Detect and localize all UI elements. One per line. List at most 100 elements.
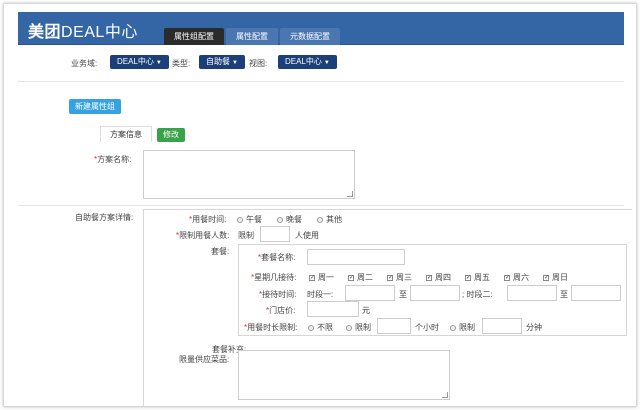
period2-end-input[interactable] [571,285,621,301]
period1-end-input[interactable] [410,285,460,301]
category-dropdown[interactable]: 自助餐 ▼ [199,55,245,69]
plan-name-label-text: 方案名称: [97,155,132,164]
checkbox-checked-icon: ✓ [426,274,433,281]
checkbox-checked-icon: ✓ [387,274,394,281]
period1-to-label: 至 [399,290,407,299]
limited-dishes-textarea[interactable] [238,350,450,400]
checkbox-checked-icon: ✓ [309,274,316,281]
period1-start-input[interactable] [345,285,395,301]
checkbox-checked-icon: ✓ [465,274,472,281]
brand-subtitle: DEAL中心 [61,24,138,41]
period1-label: 时段一: [307,290,334,299]
meal-time-option-label: 午餐 [246,215,262,224]
weekday-checkbox-sat[interactable]: ✓ 周六 [504,272,529,283]
plan-name-textarea[interactable] [143,150,355,199]
duration-option-limit-minutes[interactable]: 限制 [450,322,475,333]
weekday-label: 周一 [318,273,334,282]
weekday-checkbox-tue[interactable]: ✓ 周二 [348,272,373,283]
weekday-label: 周五 [474,273,490,282]
divider [18,205,624,206]
package-name-label: *套餐名称: [258,252,295,263]
duration-option-label: 不限 [317,323,333,332]
plan-name-label: *方案名称: [94,154,131,165]
weekday-label: 周日 [552,273,568,282]
period2-to-label: 至 [560,290,568,299]
tab-plan-info[interactable]: 方案信息 [100,126,152,142]
tab-attribute-group-config[interactable]: 属性组配置 [164,28,224,45]
chevron-down-icon: ▼ [232,60,238,66]
duration-option-unlimited[interactable]: 不限 [308,322,333,333]
price-unit-label: 元 [362,306,370,315]
period2-label: ; 时段二: [462,290,493,299]
chevron-down-icon: ▼ [155,60,162,66]
chevron-down-icon: ▼ [323,60,330,66]
business-domain-dropdown[interactable]: DEAL中心 ▼ [110,55,169,69]
meal-time-option-dinner[interactable]: 晚餐 [277,214,302,225]
period2-start-input[interactable] [507,285,557,301]
checkbox-checked-icon: ✓ [504,274,511,281]
limit-people-prefix: 限制 [238,231,254,240]
tab-metadata-config[interactable]: 元数据配置 [280,28,340,45]
meal-time-option-label: 其他 [326,215,342,224]
business-domain-value: DEAL中心 [117,57,154,66]
view-value: DEAL中心 [285,57,322,66]
limit-people-suffix: 人使用 [295,231,319,240]
view-label: 视图: [249,59,268,68]
weekday-checkbox-sun[interactable]: ✓ 周日 [543,272,568,283]
package-label: 套餐: [211,247,230,256]
category-value: 自助餐 [206,57,230,66]
weekday-checkbox-mon[interactable]: ✓ 周一 [309,272,334,283]
radio-icon [308,324,314,331]
limited-dishes-label: 限量供应菜品: [179,355,230,364]
weekday-checkbox-fri[interactable]: ✓ 周五 [465,272,490,283]
plan-detail-label: 自助餐方案详情: [75,213,134,222]
radio-icon [450,324,456,331]
store-price-label: *门店价: [266,305,295,316]
brand-name: 美团 [28,24,62,41]
view-dropdown[interactable]: DEAL中心 ▼ [278,55,337,69]
store-price-input[interactable] [307,301,359,317]
radio-icon [317,216,323,223]
weekdays-label: *星期几接待: [251,272,296,283]
radio-icon [346,324,352,331]
top-navbar: 美团DEAL中心 属性组配置 属性配置 元数据配置 [18,12,624,45]
meal-time-option-label: 晚餐 [286,215,302,224]
duration-option-label: 限制 [459,323,475,332]
weekday-label: 周三 [396,273,412,282]
duration-limit-label: *用餐时长限制: [244,322,297,333]
category-label: 类型: [172,59,191,68]
business-domain-label: 业务域: [71,59,98,68]
store-price-label-text: 门店价: [269,306,296,315]
radio-icon [277,216,283,223]
radio-icon [237,216,243,223]
checkbox-checked-icon: ✓ [348,274,355,281]
weekday-label: 周六 [513,273,529,282]
meal-time-option-lunch[interactable]: 午餐 [237,214,262,225]
weekdays-label-text: 星期几接待: [254,273,297,282]
duration-hours-input[interactable] [377,318,411,334]
meal-time-label: *用餐时间: [189,214,226,225]
package-name-input[interactable] [307,249,405,265]
reception-time-label: *接待时间: [259,289,296,300]
duration-limit-label-text: 用餐时长限制: [247,323,298,332]
limit-people-label: *限制用餐人数: [176,230,229,241]
meal-time-label-text: 用餐时间: [192,215,227,224]
limit-people-input[interactable] [260,226,290,242]
duration-minutes-input[interactable] [482,318,522,334]
edit-button[interactable]: 修改 [157,128,185,142]
divider [18,81,624,82]
duration-option-label: 限制 [355,323,371,332]
tab-attribute-config[interactable]: 属性配置 [226,28,278,45]
weekday-label: 周四 [435,273,451,282]
weekday-checkbox-thu[interactable]: ✓ 周四 [426,272,451,283]
weekday-checkbox-wed[interactable]: ✓ 周三 [387,272,412,283]
new-attribute-group-button[interactable]: 新建属性组 [69,99,121,114]
app-frame: 美团DEAL中心 属性组配置 属性配置 元数据配置 业务域: DEAL中心 ▼ 类… [3,3,637,407]
package-name-label-text: 套餐名称: [261,253,296,262]
duration-option-limit-hours[interactable]: 限制 [346,322,371,333]
weekday-label: 周二 [357,273,373,282]
brand-logo[interactable]: 美团DEAL中心 [28,18,138,42]
minutes-unit-label: 分钟 [526,323,542,332]
meal-time-option-other[interactable]: 其他 [317,214,342,225]
checkbox-checked-icon: ✓ [543,274,550,281]
